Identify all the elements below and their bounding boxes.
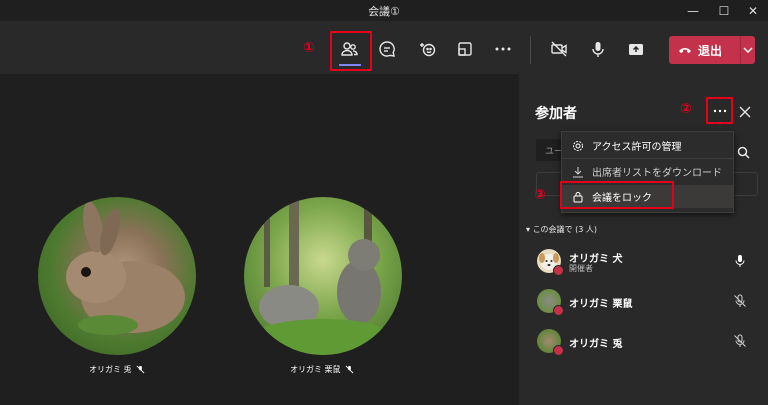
mic-off-icon[interactable] (733, 294, 747, 308)
leave-dropdown[interactable] (741, 47, 755, 53)
panel-more-button[interactable] (709, 100, 730, 121)
squirrel-image (253, 197, 393, 355)
status-dot (553, 305, 564, 316)
menu-divider (562, 158, 733, 159)
participant-row[interactable]: オリガミ 犬 開催者 (537, 249, 757, 276)
share-screen-icon (629, 44, 643, 55)
toolbar-divider (530, 36, 531, 64)
more-icon (495, 47, 511, 51)
participant-name: オリガミ 兎 (569, 339, 623, 350)
video-name-label: オリガミ 兎 (89, 365, 132, 374)
mic-icon[interactable] (733, 254, 747, 268)
window-title: 会議① (368, 5, 400, 18)
annotation-two: ② (680, 101, 692, 117)
status-dot (553, 345, 564, 356)
minimize-button[interactable]: — (678, 0, 708, 21)
leave-main[interactable]: 退出 (669, 42, 740, 59)
reactions-button[interactable] (413, 35, 441, 63)
participant-name: オリガミ 栗鼠 (569, 299, 633, 310)
panel-title: 参加者 (535, 106, 577, 122)
section-label: この会議で (3 人) (532, 225, 597, 234)
mic-off-icon[interactable] (733, 334, 747, 348)
more-icon (713, 109, 726, 112)
share-tray-button[interactable] (451, 35, 479, 63)
gear-icon (573, 140, 583, 151)
leave-button[interactable]: 退出 (669, 36, 755, 64)
annotation-box-participants (330, 31, 372, 71)
close-window-button[interactable]: ✕ (738, 0, 768, 21)
video-tile-rabbit (38, 197, 196, 355)
annotation-box-lock (560, 181, 674, 209)
close-icon (739, 106, 751, 118)
mic-icon (592, 42, 604, 57)
maximize-button[interactable]: ☐ (709, 0, 739, 21)
camera-toggle-button[interactable] (545, 35, 573, 63)
mic-off-icon (345, 365, 353, 374)
share-tray-icon (458, 42, 472, 56)
menu-item-download-attendees[interactable]: 出席者リストをダウンロード (562, 160, 733, 183)
hangup-icon (679, 48, 691, 53)
annotation-three: ③ (534, 187, 546, 203)
more-actions-button[interactable] (489, 35, 517, 63)
reactions-icon (420, 43, 436, 57)
mic-off-icon (136, 365, 144, 374)
video-name-squirrel: オリガミ 栗鼠 (290, 364, 354, 375)
mic-toggle-button[interactable] (584, 35, 612, 63)
annotation-one: ① (303, 40, 315, 56)
search-button[interactable] (737, 144, 750, 159)
section-header[interactable]: ▾ この会議で (3 人) (526, 224, 597, 235)
menu-item-manage-permissions[interactable]: アクセス許可の管理 (562, 134, 733, 157)
video-stage: オリガミ 兎 オリガミ 栗鼠 (0, 74, 519, 405)
camera-off-icon (551, 41, 567, 57)
participant-row[interactable]: オリガミ 兎 (537, 329, 757, 356)
status-dot (553, 265, 564, 276)
participant-role: 開催者 (569, 264, 593, 273)
participant-row[interactable]: オリガミ 栗鼠 (537, 289, 757, 316)
rabbit-image (66, 201, 185, 335)
video-name-rabbit: オリガミ 兎 (89, 364, 145, 375)
download-icon (573, 166, 583, 177)
panel-close-button[interactable] (738, 104, 752, 118)
search-icon (737, 146, 750, 159)
chat-icon (379, 41, 395, 57)
leave-label: 退出 (698, 43, 723, 58)
share-screen-button[interactable] (622, 35, 650, 63)
title-bar: 会議① — ☐ ✕ (0, 0, 768, 21)
chat-button[interactable] (373, 35, 401, 63)
chevron-down-icon (743, 47, 753, 53)
video-name-label: オリガミ 栗鼠 (290, 365, 341, 374)
menu-item-label: 出席者リストをダウンロード (592, 168, 722, 179)
video-tile-squirrel (244, 197, 402, 355)
menu-item-label: アクセス許可の管理 (592, 142, 682, 153)
